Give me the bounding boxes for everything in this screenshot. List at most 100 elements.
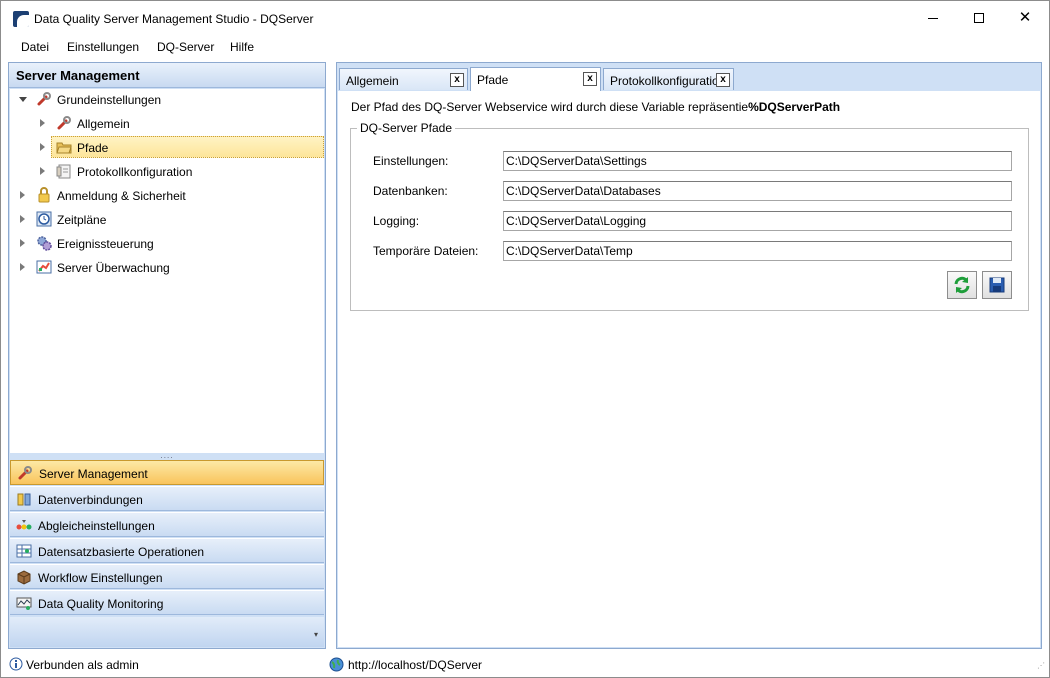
refresh-button[interactable] xyxy=(947,271,977,299)
nav-data-quality-monitoring[interactable]: Data Quality Monitoring xyxy=(10,590,324,615)
tree-item-label: Protokollkonfiguration xyxy=(77,165,193,179)
box-icon xyxy=(17,570,31,585)
tree-item-ereignissteuerung[interactable]: Ereignissteuerung xyxy=(10,233,324,255)
save-icon xyxy=(989,277,1005,293)
pfade-content: Der Pfad des DQ-Server Webservice wird d… xyxy=(338,91,1040,647)
folder-icon xyxy=(56,142,72,154)
app-window: Data Quality Server Management Studio - … xyxy=(0,0,1050,678)
dq-server-paths-group: DQ-Server Pfade Einstellungen: Datenbank… xyxy=(350,121,1029,311)
menu-bar: Datei Einstellungen DQ-Server Hilfe xyxy=(1,35,1049,59)
tab-strip: Allgemein x Pfade x Protokollkonfigurati… xyxy=(337,63,1041,91)
chevron-down-icon[interactable]: ▾ xyxy=(314,630,318,639)
tab-label: Allgemein xyxy=(346,74,399,88)
temp-path-input[interactable] xyxy=(503,241,1012,261)
close-button[interactable]: ✕ xyxy=(1002,1,1048,35)
server-management-panel: Server Management Grundeinstellungen All… xyxy=(8,62,326,649)
info-icon xyxy=(9,657,23,671)
tree-item-protokollkonfiguration[interactable]: Protokollkonfiguration xyxy=(10,161,324,183)
clock-icon xyxy=(36,211,52,227)
tree-item-label: Pfade xyxy=(77,141,109,155)
menu-datei[interactable]: Datei xyxy=(21,40,49,54)
tree-item-label: Server Überwachung xyxy=(57,261,170,275)
window-title: Data Quality Server Management Studio - … xyxy=(34,12,314,26)
log-icon xyxy=(56,164,71,179)
menu-einstellungen[interactable]: Einstellungen xyxy=(67,40,139,54)
tree-item-grundeinstellungen[interactable]: Grundeinstellungen xyxy=(10,89,324,111)
tab-allgemein[interactable]: Allgemein x xyxy=(339,68,468,90)
lock-icon xyxy=(38,187,50,203)
nav-label: Abgleicheinstellungen xyxy=(38,519,155,533)
tree-item-label: Ereignissteuerung xyxy=(57,237,154,251)
resize-grip-icon[interactable]: ⋰ xyxy=(1037,661,1045,670)
tree-item-pfade[interactable]: Pfade xyxy=(10,136,324,159)
tree-item-label: Grundeinstellungen xyxy=(57,93,162,107)
tree-item-zeitplaene[interactable]: Zeitpläne xyxy=(10,209,324,231)
close-tab-icon[interactable]: x xyxy=(583,72,597,86)
gears-icon xyxy=(37,236,52,251)
match-icon xyxy=(16,520,32,530)
table-icon xyxy=(16,544,32,558)
expand-arrow-icon[interactable] xyxy=(20,215,25,223)
collapse-arrow-icon[interactable] xyxy=(19,97,27,102)
maximize-icon xyxy=(974,13,984,24)
expand-arrow-icon[interactable] xyxy=(20,263,25,271)
settings-path-input[interactable] xyxy=(503,151,1012,171)
tab-protokollkonfiguration[interactable]: Protokollkonfiguration x xyxy=(603,68,734,90)
tab-label: Protokollkonfiguration xyxy=(610,74,716,88)
nav-server-management[interactable]: Server Management xyxy=(10,460,324,485)
tab-pfade[interactable]: Pfade x xyxy=(470,67,601,91)
expand-arrow-icon[interactable] xyxy=(40,143,45,151)
tree-item-allgemein[interactable]: Allgemein xyxy=(10,113,324,135)
minimize-icon xyxy=(928,17,938,19)
expand-arrow-icon[interactable] xyxy=(40,119,45,127)
close-tab-icon[interactable]: x xyxy=(450,73,464,87)
logging-path-input[interactable] xyxy=(503,211,1012,231)
tab-label: Pfade xyxy=(477,73,509,87)
hint-text: Der Pfad des DQ-Server Webservice wird d… xyxy=(351,100,749,114)
editor-panel: Allgemein x Pfade x Protokollkonfigurati… xyxy=(336,62,1042,649)
maximize-button[interactable] xyxy=(956,1,1002,35)
globe-icon xyxy=(329,657,344,672)
tree-item-anmeldung-sicherheit[interactable]: Anmeldung & Sicherheit xyxy=(10,185,324,207)
nav-workflow-einstellungen[interactable]: Workflow Einstellungen xyxy=(10,564,324,589)
title-bar: Data Quality Server Management Studio - … xyxy=(1,1,1049,35)
wrench-icon xyxy=(18,466,32,480)
databases-path-input[interactable] xyxy=(503,181,1012,201)
nav-label: Datenverbindungen xyxy=(38,493,143,507)
settings-path-label: Einstellungen: xyxy=(373,154,449,168)
tree-item-label: Anmeldung & Sicherheit xyxy=(57,189,186,203)
nav-abgleicheinstellungen[interactable]: Abgleicheinstellungen xyxy=(10,512,324,537)
minimize-button[interactable] xyxy=(910,1,956,35)
wrench-icon xyxy=(37,92,51,106)
expand-arrow-icon[interactable] xyxy=(40,167,45,175)
close-icon: ✕ xyxy=(1018,9,1032,26)
wrench-icon xyxy=(57,116,71,130)
settings-tree: Grundeinstellungen Allgemein Pfade Proto… xyxy=(10,89,324,453)
path-variable-hint: Der Pfad des DQ-Server Webservice wird d… xyxy=(351,100,840,114)
hint-variable: %DQServerPath xyxy=(748,100,841,114)
nav-datensatzbasierte-operationen[interactable]: Datensatzbasierte Operationen xyxy=(10,538,324,563)
menu-hilfe[interactable]: Hilfe xyxy=(230,40,254,54)
expand-arrow-icon[interactable] xyxy=(20,239,25,247)
connection-status: Verbunden als admin xyxy=(26,658,139,672)
server-url: http://localhost/DQServer xyxy=(348,658,483,672)
expand-arrow-icon[interactable] xyxy=(20,191,25,199)
group-title: DQ-Server Pfade xyxy=(357,121,456,135)
nav-datenverbindungen[interactable]: Datenverbindungen xyxy=(10,486,324,511)
refresh-icon xyxy=(954,276,970,294)
tree-item-label: Allgemein xyxy=(77,117,130,131)
close-tab-icon[interactable]: x xyxy=(716,73,730,87)
tree-item-server-ueberwachung[interactable]: Server Überwachung xyxy=(10,257,324,279)
save-button[interactable] xyxy=(982,271,1012,299)
status-bar: Verbunden als admin http://localhost/DQS… xyxy=(1,653,1049,677)
menu-dq-server[interactable]: DQ-Server xyxy=(157,40,214,54)
monitoring-icon xyxy=(16,597,32,610)
nav-label: Datensatzbasierte Operationen xyxy=(38,545,205,559)
tree-item-label: Zeitpläne xyxy=(57,213,107,227)
nav-label: Data Quality Monitoring xyxy=(38,597,164,611)
nav-label: Workflow Einstellungen xyxy=(38,571,163,585)
nav-overflow-bar: ▾ xyxy=(10,617,324,647)
monitor-chart-icon xyxy=(36,260,52,274)
logging-path-label: Logging: xyxy=(373,214,420,228)
database-icon xyxy=(17,493,31,506)
